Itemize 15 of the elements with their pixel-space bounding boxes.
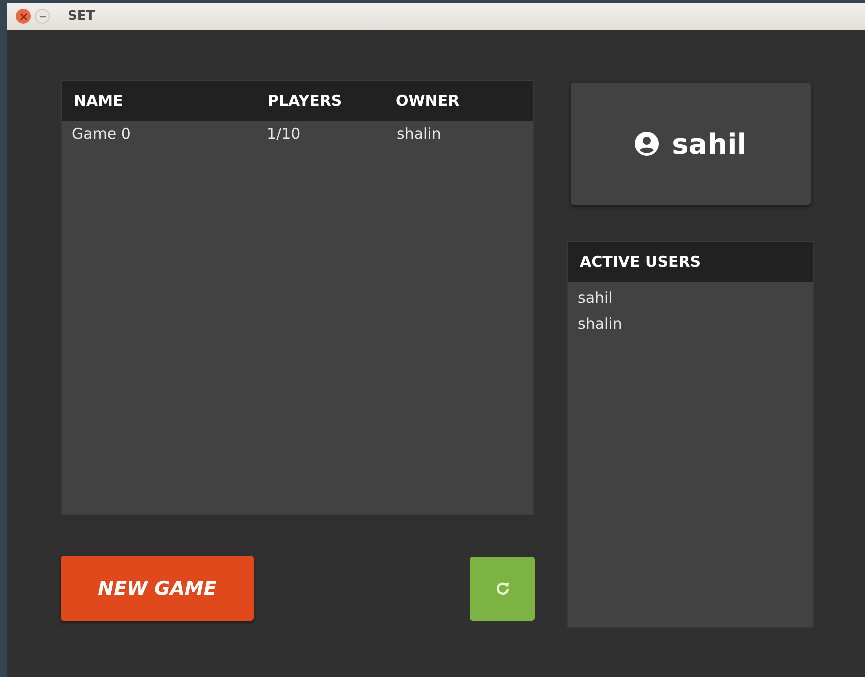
panel-title: ACTIVE USERS: [580, 253, 702, 271]
user-item: shalin: [578, 314, 624, 335]
new-game-button[interactable]: NEW GAME: [61, 556, 254, 621]
window-title: SET: [68, 9, 96, 24]
user-icon: [635, 132, 660, 156]
table-cell-text: Game 0: [71, 125, 132, 143]
username: sahil: [672, 128, 747, 160]
minimize-icon[interactable]: [35, 9, 50, 24]
close-icon[interactable]: [16, 9, 31, 24]
table-cell-text: 1/10: [267, 125, 302, 143]
table-cell: shalin: [397, 125, 442, 143]
column-header: PLAYERS: [268, 92, 344, 110]
user-item: sahil: [578, 288, 614, 309]
column-header: NAME: [73, 92, 124, 110]
column-header: OWNER: [396, 92, 460, 110]
